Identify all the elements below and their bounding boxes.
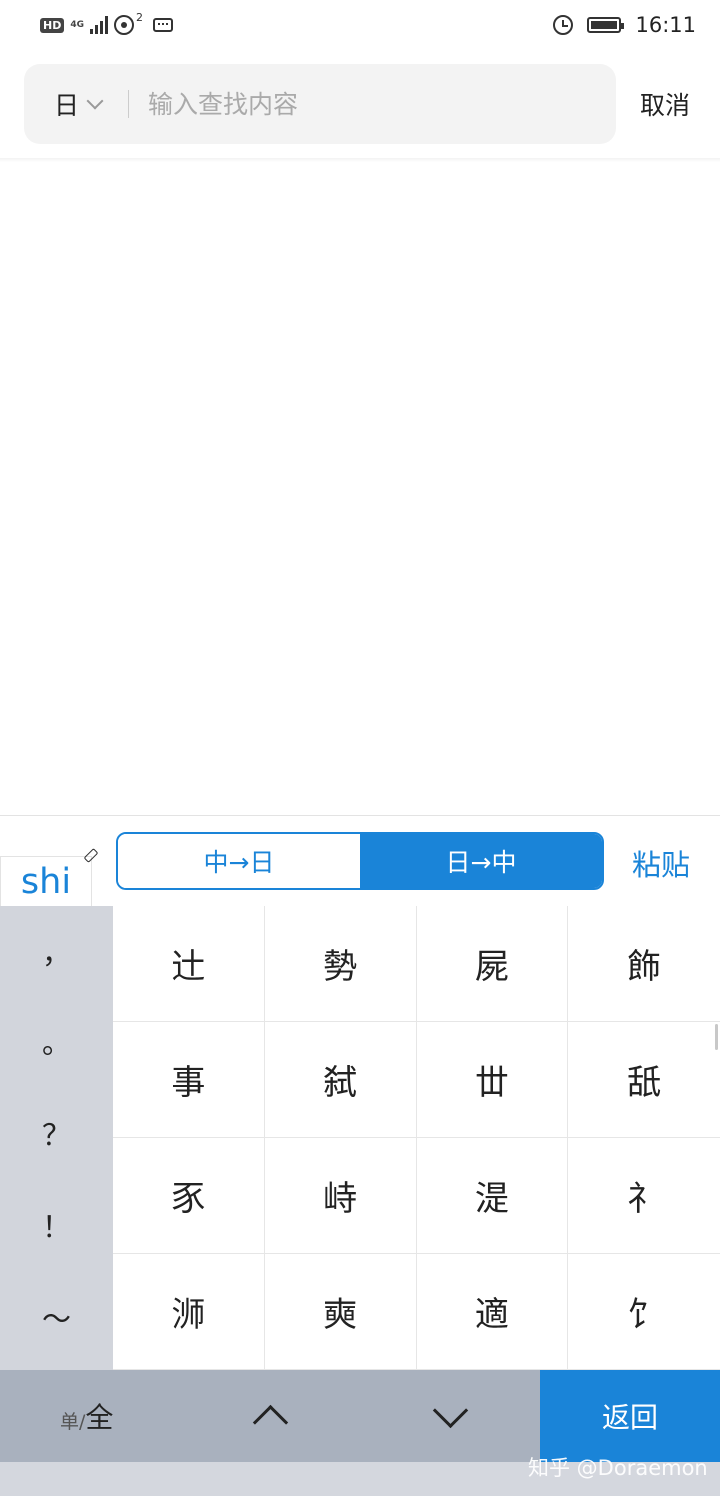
- candidate-key[interactable]: 峙: [264, 1138, 417, 1254]
- candidate-grid: 辻 勢 屍 飾 事 弑 丗 舐 豕 峙 湜 礻 浉 奭 適 饣: [113, 906, 720, 1370]
- keyboard: ， 。 ？ ！ ～ 辻 勢 屍 飾 事 弑 丗 舐 豕 峙 湜 礻 浉 奭 適 …: [0, 906, 720, 1496]
- status-bar: HD 4G 2 16:11: [0, 0, 720, 50]
- status-time: 16:11: [635, 13, 696, 37]
- ime-toolbar: shi 中→日 日→中 粘贴: [0, 815, 720, 908]
- candidate-key[interactable]: 勢: [264, 906, 417, 1022]
- half-width-label: 单/: [60, 1410, 86, 1433]
- watermark: 知乎 @Doraemon: [528, 1456, 708, 1480]
- status-right: 16:11: [553, 10, 696, 40]
- punct-key-question[interactable]: ？: [0, 1108, 113, 1158]
- search-bar: 日: [24, 64, 616, 144]
- punct-key-comma[interactable]: ，: [0, 926, 113, 976]
- language-label: 日: [54, 91, 80, 120]
- candidate-key[interactable]: 豕: [113, 1138, 265, 1254]
- network-type: 4G: [70, 19, 84, 30]
- punct-key-tilde[interactable]: ～: [0, 1292, 113, 1342]
- divider: [128, 90, 129, 118]
- page-up-button[interactable]: [215, 1370, 325, 1462]
- punct-key-period[interactable]: 。: [0, 1016, 113, 1066]
- candidate-scrollbar[interactable]: [715, 1024, 718, 1050]
- search-input[interactable]: [148, 64, 588, 144]
- language-selector[interactable]: 日: [54, 64, 104, 144]
- chevron-down-icon: [86, 92, 104, 110]
- candidate-key[interactable]: 饣: [568, 1254, 720, 1370]
- candidate-key[interactable]: 適: [416, 1254, 569, 1370]
- keyboard-bottom-row: 单/ 全 返回: [0, 1370, 720, 1462]
- punct-key-exclamation[interactable]: ！: [0, 1200, 113, 1250]
- hotspot-count: 2: [136, 10, 143, 24]
- cancel-button[interactable]: 取消: [640, 86, 690, 122]
- candidate-key[interactable]: 丗: [416, 1022, 569, 1138]
- full-width-label: 全: [85, 1401, 114, 1434]
- mode-zh-to-ja-button[interactable]: 中→日: [118, 834, 360, 888]
- chevron-down-icon: [432, 1392, 468, 1428]
- header-divider: [0, 158, 720, 162]
- pinyin-composition[interactable]: shi: [0, 856, 92, 906]
- candidate-key[interactable]: 奭: [264, 1254, 417, 1370]
- candidate-key[interactable]: 礻: [568, 1138, 720, 1254]
- candidate-key[interactable]: 弑: [264, 1022, 417, 1138]
- full-half-width-toggle[interactable]: 单/ 全: [60, 1370, 113, 1462]
- punctuation-column: ， 。 ？ ！ ～: [0, 906, 113, 1370]
- candidate-key[interactable]: 舐: [568, 1022, 720, 1138]
- candidate-key[interactable]: 辻: [113, 906, 265, 1022]
- keyboard-icon: [153, 18, 173, 32]
- candidate-key[interactable]: 湜: [416, 1138, 569, 1254]
- signal-icon: [90, 16, 108, 34]
- status-left: HD 4G 2: [40, 10, 173, 38]
- candidate-key[interactable]: 屍: [416, 906, 569, 1022]
- candidate-key[interactable]: 浉: [113, 1254, 265, 1370]
- translation-mode-toggle: 中→日 日→中: [116, 832, 604, 890]
- mode-ja-to-zh-button[interactable]: 日→中: [360, 834, 602, 888]
- hotspot-icon: [114, 15, 134, 35]
- candidate-key[interactable]: 飾: [568, 906, 720, 1022]
- return-button[interactable]: 返回: [540, 1370, 720, 1462]
- network-type-icon: 4G: [70, 19, 84, 30]
- page-down-button[interactable]: [395, 1370, 505, 1462]
- alarm-icon: [553, 15, 574, 35]
- hd-icon: HD: [40, 17, 65, 33]
- battery-icon: [587, 17, 625, 33]
- paste-button[interactable]: 粘贴: [632, 842, 690, 884]
- candidate-key[interactable]: 事: [113, 1022, 265, 1138]
- chevron-up-icon: [252, 1404, 288, 1440]
